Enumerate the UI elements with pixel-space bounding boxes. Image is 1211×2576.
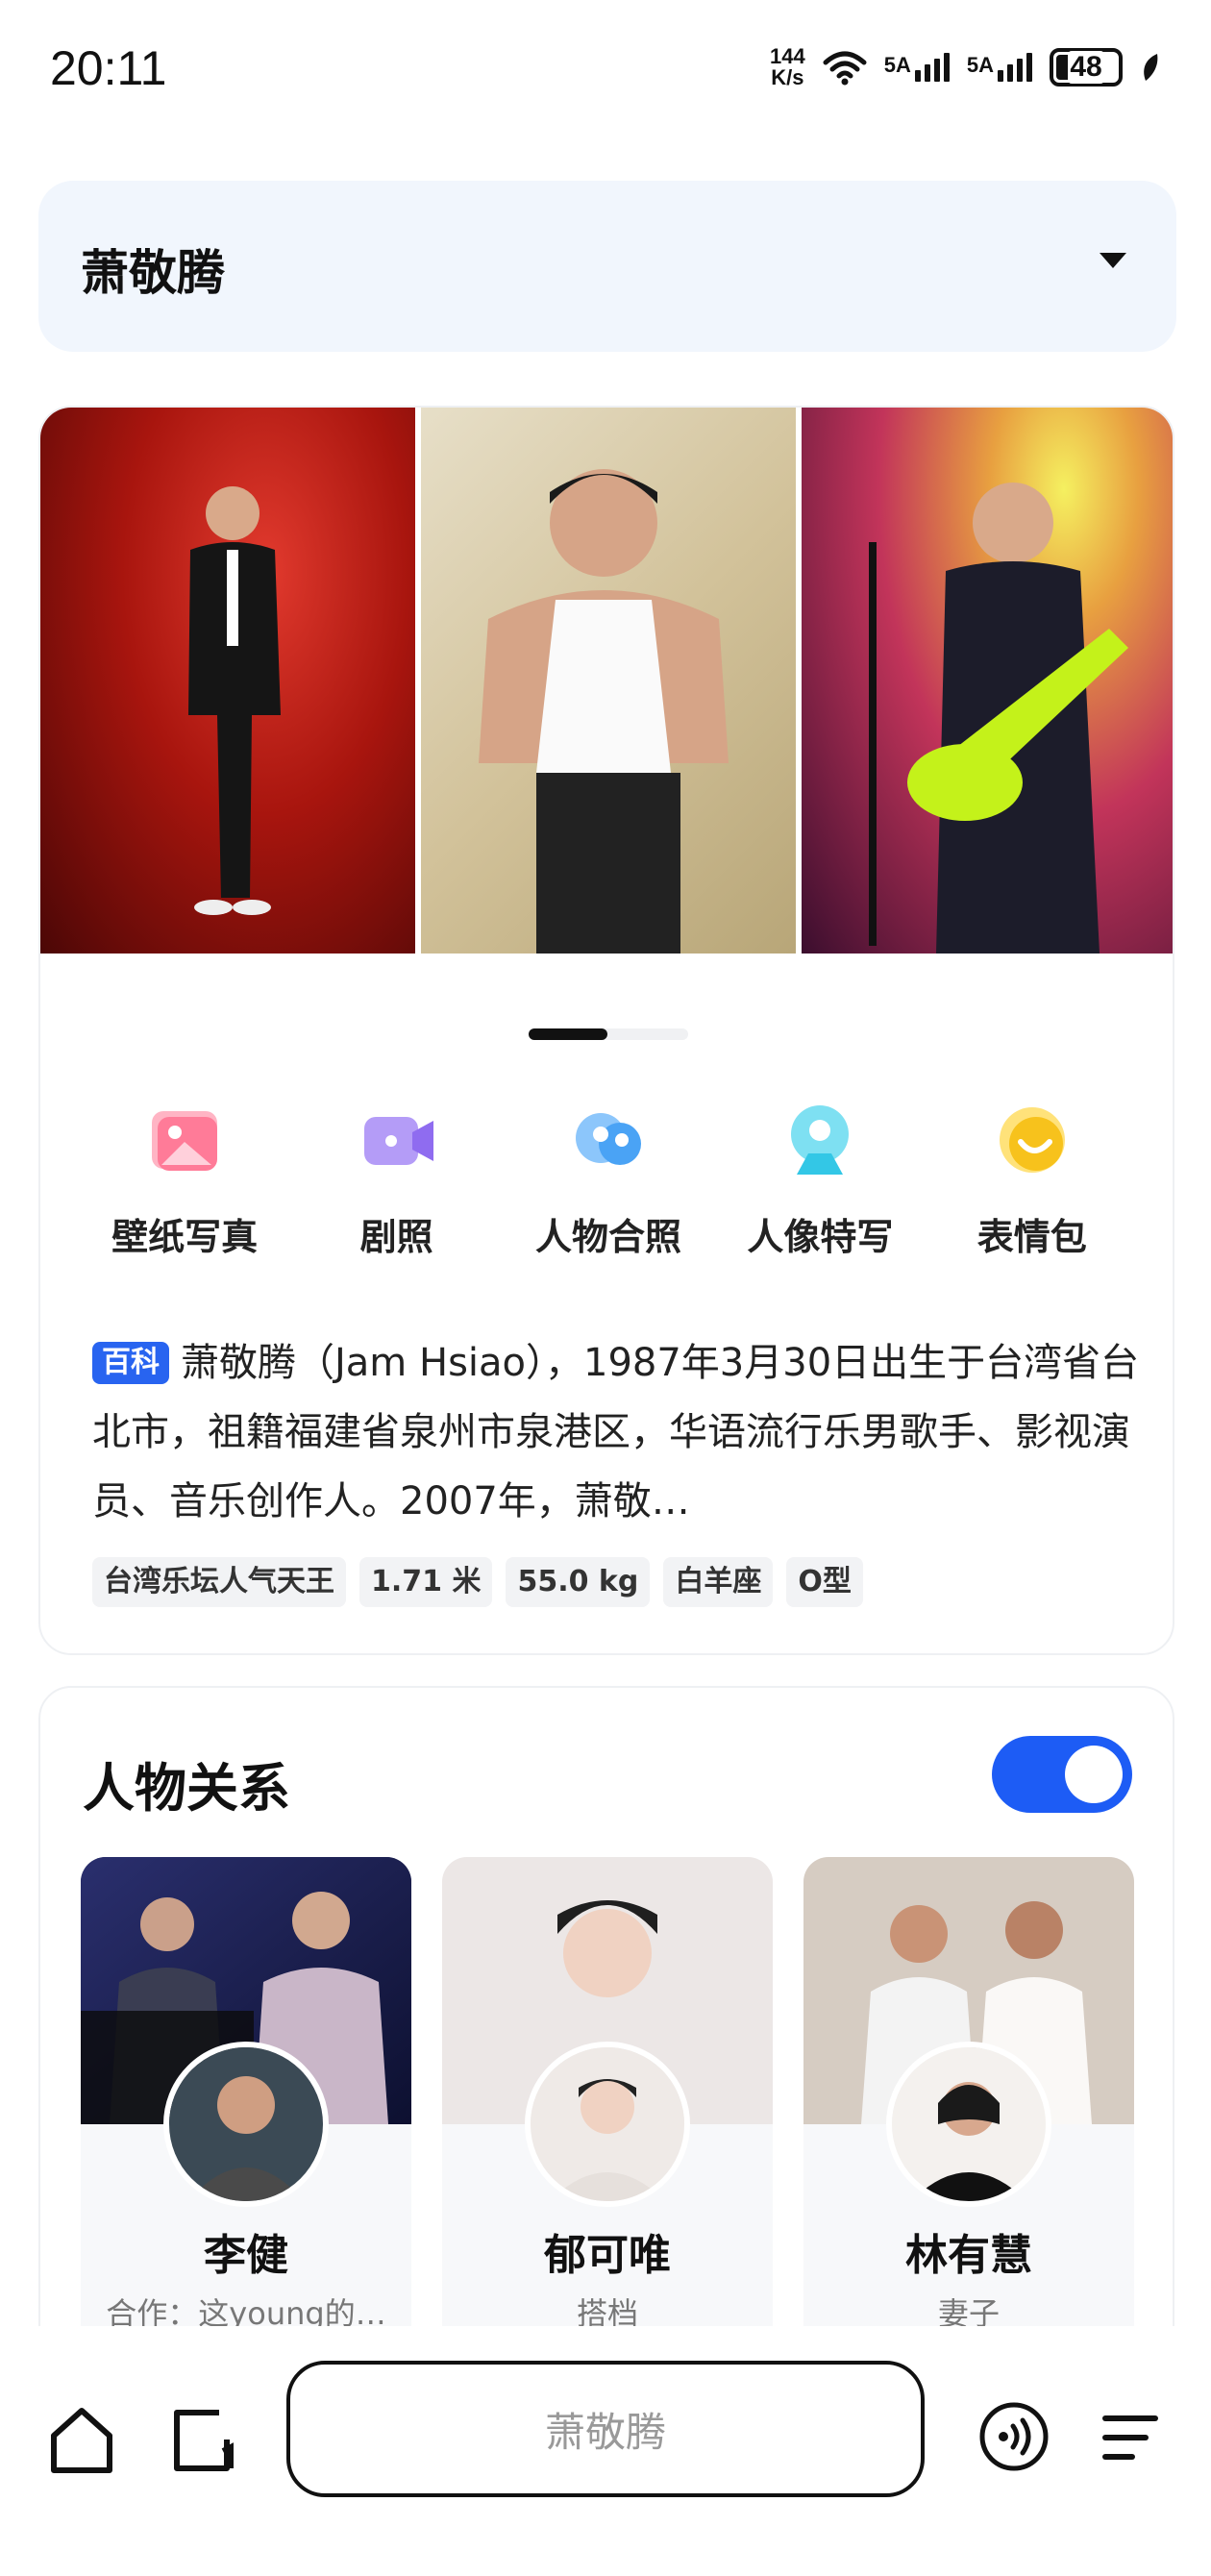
tabs-icon[interactable] <box>167 2401 236 2476</box>
video-icon <box>363 1117 433 1165</box>
bio-tag: 1.71 米 <box>359 1557 493 1607</box>
signal-1-icon: 5A <box>884 53 950 82</box>
leaf-icon <box>1144 54 1158 81</box>
gallery-pager-active <box>529 1028 607 1040</box>
photo-gallery[interactable] <box>40 408 1173 954</box>
quick-action-label: 表情包 <box>976 1216 1087 1258</box>
bio-tag: O型 <box>786 1557 863 1607</box>
network-speed: 144 K/s <box>770 46 805 88</box>
gallery-photo[interactable] <box>802 408 1173 954</box>
guitar-photo-icon <box>869 483 1128 954</box>
chevron-down-icon[interactable] <box>1100 253 1126 268</box>
signal-2-icon: 5A <box>967 53 1032 82</box>
quick-action-group-photo[interactable]: 人物合照 <box>517 1100 700 1260</box>
encyclopedia-badge: 百科 <box>92 1342 169 1384</box>
bottom-search-input[interactable]: 萧敬腾 <box>286 2361 925 2497</box>
relations-list: 李健 合作：这young的… 郁可唯 搭档 林有慧 妻子 <box>81 1857 1134 2357</box>
signal-bar <box>1026 53 1032 82</box>
signal-bar <box>1017 59 1023 82</box>
relation-card[interactable]: 郁可唯 搭档 <box>442 1857 773 2357</box>
people-icon <box>575 1113 641 1165</box>
relations-title: 人物关系 <box>83 1758 290 1819</box>
signal-bar <box>914 70 921 82</box>
signal-bar <box>998 70 1003 82</box>
smile-icon <box>999 1107 1065 1173</box>
network-speed-unit: K/s <box>771 65 804 89</box>
gallery-photo[interactable] <box>40 408 415 954</box>
voice-icon[interactable] <box>978 2401 1050 2472</box>
relations-toggle[interactable] <box>992 1736 1132 1813</box>
home-icon[interactable] <box>48 2405 115 2476</box>
profile-card: 壁纸写真 剧照 人物合照 人像特写 表情包 百科 萧敬腾（Jam Hsiao），… <box>38 406 1174 1655</box>
bio-summary[interactable]: 百科 萧敬腾（Jam Hsiao），1987年3月30日出生于台湾省台北市，祖籍福… <box>92 1328 1140 1536</box>
quick-action-stickers[interactable]: 表情包 <box>941 1100 1124 1260</box>
bio-tag: 白羊座 <box>663 1557 774 1607</box>
network-speed-value: 144 <box>770 44 805 68</box>
wifi-icon <box>823 51 867 86</box>
quick-actions: 壁纸写真 剧照 人物合照 人像特写 表情包 <box>40 1100 1173 1260</box>
portrait-icon <box>791 1105 850 1175</box>
status-bar: 20:11 144 K/s 5A 5A 48 <box>0 0 1211 144</box>
gallery-photo[interactable] <box>421 408 796 954</box>
bio-tags: 台湾乐坛人气天王 1.71 米 55.0 kg 白羊座 O型 <box>92 1557 863 1607</box>
relation-avatar <box>525 2042 690 2207</box>
quick-action-label: 人像特写 <box>747 1216 894 1258</box>
query-selector[interactable]: 萧敬腾 <box>38 181 1176 352</box>
signal-bar <box>943 53 950 82</box>
relation-name: 林有慧 <box>905 2231 1032 2280</box>
bio-text: 萧敬腾（Jam Hsiao），1987年3月30日出生于台湾省台北市，祖籍福建省… <box>92 1341 1140 1523</box>
bottom-nav: 萧敬腾 <box>0 2326 1211 2576</box>
bio-tag: 台湾乐坛人气天王 <box>92 1557 346 1607</box>
signal-bar <box>1007 64 1013 82</box>
quick-action-label: 壁纸写真 <box>111 1216 259 1258</box>
relation-card[interactable]: 李健 合作：这young的… <box>81 1857 411 2357</box>
image-icon <box>152 1111 218 1171</box>
query-title: 萧敬腾 <box>81 245 225 301</box>
relation-card[interactable]: 林有慧 妻子 <box>803 1857 1134 2357</box>
quick-action-stills[interactable]: 剧照 <box>306 1100 488 1260</box>
relations-card: 人物关系 李健 合作：这young的… 郁可唯 搭档 林有慧 妻子 <box>38 1686 1174 2378</box>
status-icons: 144 K/s 5A 5A 48 <box>770 46 1161 88</box>
status-time: 20:11 <box>50 41 167 95</box>
battery-icon: 48 <box>1050 48 1123 87</box>
menu-icon[interactable] <box>1100 2409 1161 2466</box>
quick-action-wallpaper[interactable]: 壁纸写真 <box>93 1100 276 1260</box>
quick-action-label: 人物合照 <box>534 1216 681 1258</box>
relation-avatar <box>886 2042 1051 2207</box>
battery-level: 48 <box>1068 51 1104 84</box>
quick-action-label: 剧照 <box>359 1216 433 1258</box>
performer-photo-icon <box>188 486 281 915</box>
signal-bar <box>933 59 940 82</box>
gallery-pager <box>529 1028 688 1040</box>
relation-name: 李健 <box>204 2231 288 2280</box>
toggle-knob <box>1065 1746 1123 1803</box>
signal-bar <box>924 64 930 82</box>
portrait-photo-icon <box>479 469 729 954</box>
quick-action-portrait[interactable]: 人像特写 <box>729 1100 911 1260</box>
signal-1-label: 5A <box>883 53 911 77</box>
relation-name: 郁可唯 <box>544 2231 671 2280</box>
signal-2-label: 5A <box>966 53 994 77</box>
bio-tag: 55.0 kg <box>506 1557 651 1607</box>
relation-avatar <box>163 2042 329 2207</box>
